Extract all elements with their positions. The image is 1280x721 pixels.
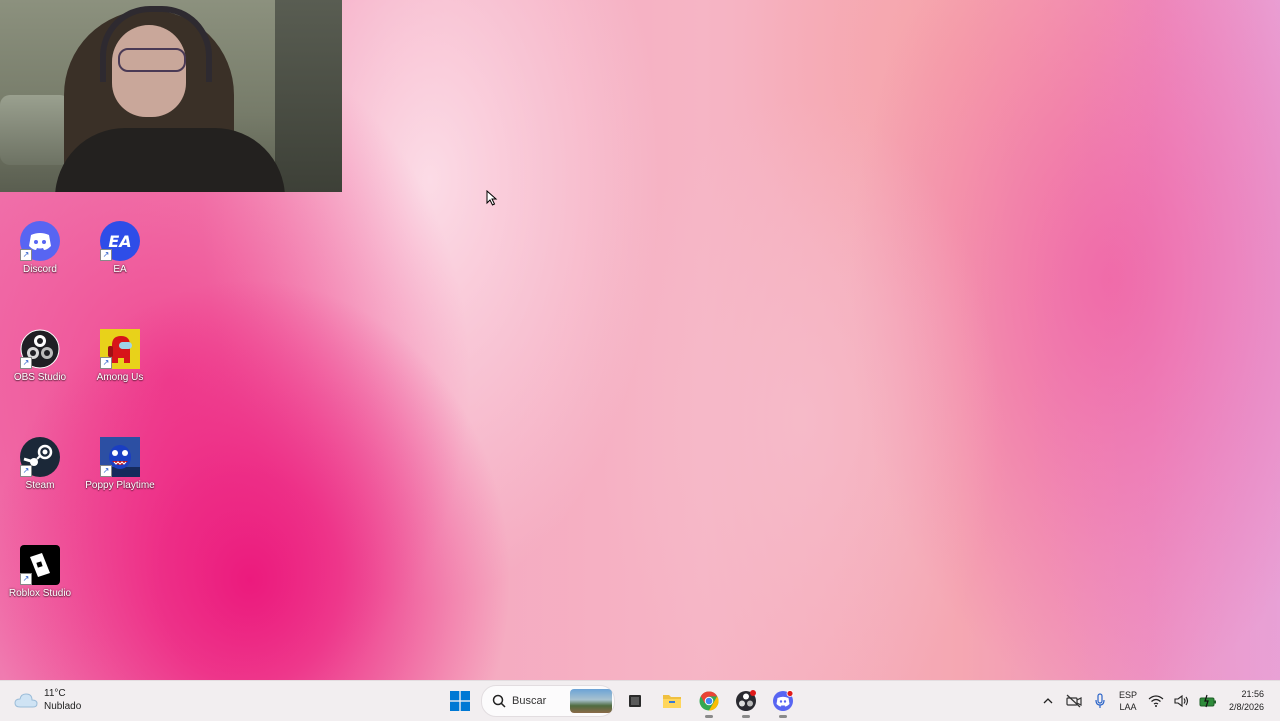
weather-temp: 11°C bbox=[44, 688, 66, 699]
search-placeholder: Buscar bbox=[512, 695, 547, 707]
battery-tray[interactable] bbox=[1197, 690, 1219, 712]
desktop-icon-label: EA bbox=[113, 264, 127, 275]
weather-condition: Nublado bbox=[44, 701, 82, 712]
chrome-button[interactable] bbox=[693, 685, 725, 718]
clock-time: 21:56 bbox=[1241, 689, 1264, 699]
desktop-icon-roblox-studio[interactable]: ↗ Roblox Studio bbox=[0, 545, 80, 599]
running-indicator bbox=[742, 715, 750, 718]
desktop-icon-label: Roblox Studio bbox=[8, 588, 72, 599]
discord-taskbar-button[interactable] bbox=[767, 685, 799, 718]
clock-date: 2/8/2026 bbox=[1228, 702, 1264, 712]
show-hidden-icons-button[interactable] bbox=[1037, 690, 1059, 712]
wifi-tray[interactable] bbox=[1145, 690, 1167, 712]
task-view-button[interactable] bbox=[619, 685, 651, 717]
windows-logo-icon bbox=[450, 691, 470, 711]
search-icon bbox=[492, 694, 506, 708]
volume-icon bbox=[1174, 694, 1189, 708]
wifi-icon bbox=[1148, 695, 1164, 707]
folder-icon bbox=[663, 695, 681, 708]
camera-off-tray[interactable] bbox=[1063, 690, 1085, 712]
chevron-up-icon bbox=[1043, 698, 1053, 704]
start-button[interactable] bbox=[444, 685, 476, 717]
taskbar: 11°C Nublado Buscar ESP LAA 21:56 2/8/20… bbox=[0, 680, 1280, 721]
search-highlight-image bbox=[570, 689, 612, 713]
ea-icon: EA ↗ bbox=[100, 221, 140, 261]
desktop: ↗ Discord EA ↗ EA ↗ OBS Studio ↗ Among U… bbox=[0, 0, 1280, 680]
running-indicator bbox=[779, 715, 787, 718]
desktop-icon-label: Steam bbox=[25, 480, 55, 491]
obs-icon: ↗ bbox=[20, 329, 60, 369]
microphone-icon bbox=[1095, 693, 1105, 708]
keyboard-layout: LAA bbox=[1119, 702, 1137, 712]
language-code: ESP bbox=[1118, 690, 1137, 700]
weather-widget[interactable]: 11°C Nublado bbox=[14, 687, 81, 713]
discord-icon bbox=[773, 690, 794, 711]
task-view-icon bbox=[629, 695, 641, 707]
battery-charging-icon bbox=[1199, 694, 1216, 708]
mouse-cursor-icon bbox=[486, 190, 498, 206]
webcam-overlay bbox=[0, 0, 342, 192]
microphone-tray[interactable] bbox=[1089, 690, 1111, 712]
file-explorer-button[interactable] bbox=[656, 685, 688, 717]
camera-off-icon bbox=[1066, 694, 1082, 708]
desktop-icon-label: Among Us bbox=[96, 372, 144, 383]
discord-icon: ↗ bbox=[20, 221, 60, 261]
cloud-icon bbox=[14, 693, 38, 708]
steam-icon: ↗ bbox=[20, 437, 60, 477]
desktop-icon-steam[interactable]: ↗ Steam bbox=[0, 437, 80, 491]
desktop-icon-ea[interactable]: EA ↗ EA bbox=[80, 221, 160, 275]
among-us-icon: ↗ bbox=[100, 329, 140, 369]
running-indicator bbox=[705, 715, 713, 718]
obs-icon bbox=[736, 690, 756, 711]
roblox-studio-icon: ↗ bbox=[20, 545, 60, 585]
desktop-icon-label: OBS Studio bbox=[13, 372, 67, 383]
search-box[interactable]: Buscar bbox=[481, 685, 615, 717]
volume-tray[interactable] bbox=[1171, 690, 1193, 712]
desktop-icon-label: Poppy Playtime bbox=[85, 480, 155, 491]
desktop-icon-obs-studio[interactable]: ↗ OBS Studio bbox=[0, 329, 80, 383]
desktop-icon-poppy-playtime[interactable]: ↗ Poppy Playtime bbox=[80, 437, 160, 491]
poppy-playtime-icon: ↗ bbox=[100, 437, 140, 477]
chrome-icon bbox=[699, 691, 719, 711]
clock[interactable]: 21:56 2/8/2026 bbox=[1229, 688, 1264, 714]
obs-taskbar-button[interactable] bbox=[730, 685, 762, 718]
desktop-icon-label: Discord bbox=[23, 264, 57, 275]
desktop-icon-discord[interactable]: ↗ Discord bbox=[0, 221, 80, 275]
input-language[interactable]: ESP LAA bbox=[1119, 689, 1137, 713]
desktop-icon-among-us[interactable]: ↗ Among Us bbox=[80, 329, 160, 383]
system-tray: ESP LAA 21:56 2/8/2026 bbox=[1035, 681, 1280, 721]
